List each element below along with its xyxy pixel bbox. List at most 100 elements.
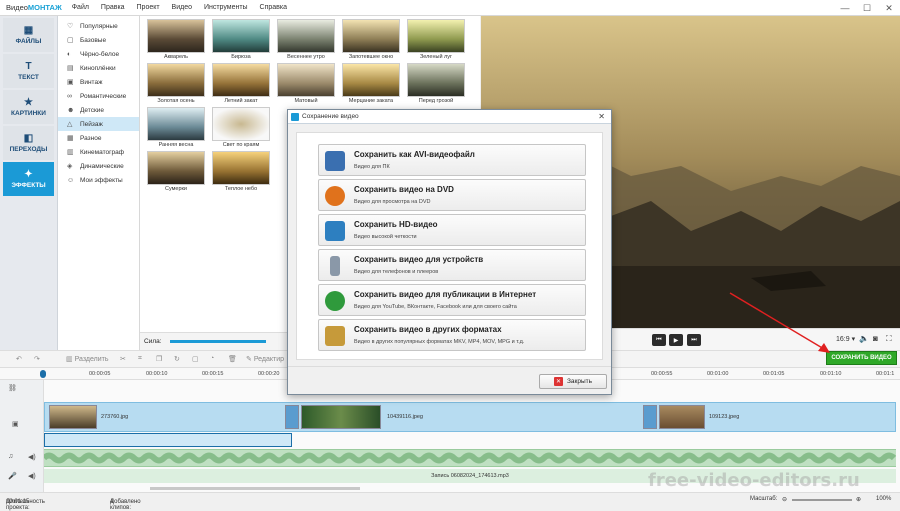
clip-name: 273760.jpg [101, 414, 129, 420]
undo-icon[interactable]: ↶ [16, 355, 22, 363]
strength-slider[interactable] [169, 340, 266, 343]
video-track-icon: ▣ [12, 421, 19, 428]
category-landscape[interactable]: △ Пейзаж [58, 117, 139, 131]
app-name: ВидеоМОНТАЖ [6, 3, 62, 12]
close-icon: ✕ [553, 377, 563, 386]
bear-icon: ☻ [67, 106, 75, 114]
zoom-value: 100% [876, 496, 892, 502]
sidebar-item-transitions[interactable]: ◧ ПЕРЕХОДЫ [3, 126, 54, 160]
save-dvd-option[interactable]: Сохранить видео на DVD Видео для просмотр… [318, 179, 586, 211]
effect-thumb[interactable]: Перед грозой [406, 63, 466, 105]
volume-icon[interactable]: ◀) [28, 453, 36, 461]
volume-icon[interactable]: ◀) [28, 472, 36, 480]
text-icon: T [25, 61, 32, 72]
save-hd-option[interactable]: Сохранить HD-видео Видео высокой четкости [318, 214, 586, 246]
clip-name: 10439116.jpeg [387, 414, 423, 420]
category-cinema[interactable]: ▥ Кинематограф [58, 145, 139, 159]
effect-thumb[interactable]: Зеленый луг [406, 19, 466, 61]
category-bw[interactable]: ◐ Чёрно-белое [58, 47, 139, 61]
edit-button[interactable]: ✎ Редактир [246, 355, 284, 363]
zoom-label: Масштаб: [750, 496, 778, 502]
menu-bar: Файл Правка Проект Видео Инструменты Спр… [72, 4, 297, 11]
effect-thumb[interactable]: Матовый [276, 63, 336, 105]
close-icon[interactable]: ✕ [878, 0, 900, 16]
effect-thumb[interactable]: Весеннее утро [276, 19, 336, 61]
menu-file[interactable]: Файл [72, 4, 89, 11]
voice-track-label: Запись 06082024_174613.mp3 [431, 473, 509, 479]
close-icon[interactable]: ✕ [598, 112, 605, 121]
effect-thumb[interactable]: Летний закат [211, 63, 271, 105]
effect-thumb[interactable]: Ранняя весна [146, 107, 206, 149]
timeline-scrollbar[interactable] [150, 487, 360, 490]
category-my-effects[interactable]: ☺ Мои эффекты [58, 173, 139, 187]
link-icon[interactable]: ⛓ [8, 384, 17, 392]
sidebar-item-effects[interactable]: ✦ ЭФФЕКТЫ [3, 162, 54, 196]
effect-thumb[interactable]: Золотая осень [146, 63, 206, 105]
rings-icon: ∞ [67, 92, 72, 100]
prev-frame-icon[interactable]: ⏮ [652, 334, 666, 346]
save-other-formats-option[interactable]: Сохранить видео в других форматах Видео в… [318, 319, 586, 351]
pictures-icon: ★ [24, 97, 33, 108]
menu-help[interactable]: Справка [260, 4, 287, 11]
dialog-footer: ✕ Закрыть [288, 366, 611, 394]
hd-monitor-icon [325, 221, 345, 241]
split-button[interactable]: ▥ Разделить [66, 355, 108, 363]
effect-thumb[interactable]: Сумерки [146, 151, 206, 193]
volume-icon[interactable]: 🔈 [859, 334, 869, 343]
video-track: 273760.jpg 10439116.jpeg 109123.jpeg [44, 402, 896, 432]
menu-video[interactable]: Видео [172, 4, 192, 11]
rotate-icon[interactable]: ↻ [174, 355, 180, 363]
snapshot-icon[interactable]: ◙ [873, 334, 878, 343]
save-avi-option[interactable]: Сохранить как AVI-видеофайл Видео для ПК [318, 144, 586, 176]
category-basic[interactable]: ▢ Базовые [58, 33, 139, 47]
cut-icon[interactable]: ✂ [120, 355, 126, 363]
paste-icon[interactable]: ▢ [192, 355, 199, 363]
effect-thumb[interactable]: Запотевшее окно [341, 19, 401, 61]
speed-icon[interactable]: ◔ [210, 355, 214, 362]
transition-marker[interactable] [285, 405, 299, 429]
effect-thumb[interactable]: Акварель [146, 19, 206, 61]
category-kids[interactable]: ☻ Детские [58, 103, 139, 117]
category-popular[interactable]: ♡ Популярные [58, 19, 139, 33]
effect-thumb[interactable]: Мерцание заката [341, 63, 401, 105]
copy-icon[interactable]: ❐ [156, 355, 162, 363]
menu-edit[interactable]: Правка [101, 4, 125, 11]
category-romantic[interactable]: ∞ Романтические [58, 89, 139, 103]
minimize-icon[interactable]: — [834, 0, 856, 16]
playhead[interactable] [40, 370, 46, 378]
close-button[interactable]: ✕ Закрыть [539, 374, 607, 389]
title-bar: ВидеоМОНТАЖ Файл Правка Проект Видео Инс… [0, 0, 900, 16]
sidebar-item-files[interactable]: ▦ ФАЙЛЫ [3, 18, 54, 52]
transition-marker[interactable] [643, 405, 657, 429]
category-misc[interactable]: ▦ Разное [58, 131, 139, 145]
zoom-slider[interactable] [792, 499, 852, 501]
fullscreen-icon[interactable]: ⛶ [886, 334, 892, 344]
category-vintage[interactable]: ▣ Винтаж [58, 75, 139, 89]
effect-thumb[interactable]: Свет по краям [211, 107, 271, 149]
sidebar-item-pictures[interactable]: ★ КАРТИНКИ [3, 90, 54, 124]
zoom-in-icon[interactable]: ⊕ [856, 496, 861, 503]
menu-project[interactable]: Проект [137, 4, 160, 11]
save-internet-option[interactable]: Сохранить видео для публикации в Интерне… [318, 284, 586, 316]
category-film[interactable]: ▤ Киноплёнки [58, 61, 139, 75]
menu-tools[interactable]: Инструменты [204, 4, 248, 11]
sidebar-item-text[interactable]: T ТЕКСТ [3, 54, 54, 88]
maximize-icon[interactable]: ☐ [856, 0, 878, 16]
effect-thumb[interactable]: Бирюза [211, 19, 271, 61]
next-frame-icon[interactable]: ⏭ [687, 334, 701, 346]
play-icon[interactable]: ▶ [669, 334, 683, 346]
music-icon: ♫ [8, 453, 14, 460]
save-devices-option[interactable]: Сохранить видео для устройств Видео для т… [318, 249, 586, 281]
contrast-icon: ◐ [67, 50, 72, 58]
redo-icon[interactable]: ↷ [34, 355, 40, 363]
category-dynamic[interactable]: ◈ Динамические [58, 159, 139, 173]
delete-icon[interactable]: 🗑 [228, 355, 237, 363]
zoom-out-icon[interactable]: ⊖ [782, 496, 787, 503]
transitions-icon: ◧ [23, 133, 34, 144]
dialog-title-bar: Сохранение видео ✕ [288, 110, 611, 124]
music-track[interactable] [41, 449, 897, 467]
effect-thumb[interactable]: Теплое небо [211, 151, 271, 193]
effect-track-clip[interactable] [44, 433, 292, 447]
crop-icon[interactable]: ⌗ [138, 355, 142, 363]
effects-category-list: ♡ Популярные ▢ Базовые ◐ Чёрно-белое ▤ Киноп… [58, 16, 140, 350]
